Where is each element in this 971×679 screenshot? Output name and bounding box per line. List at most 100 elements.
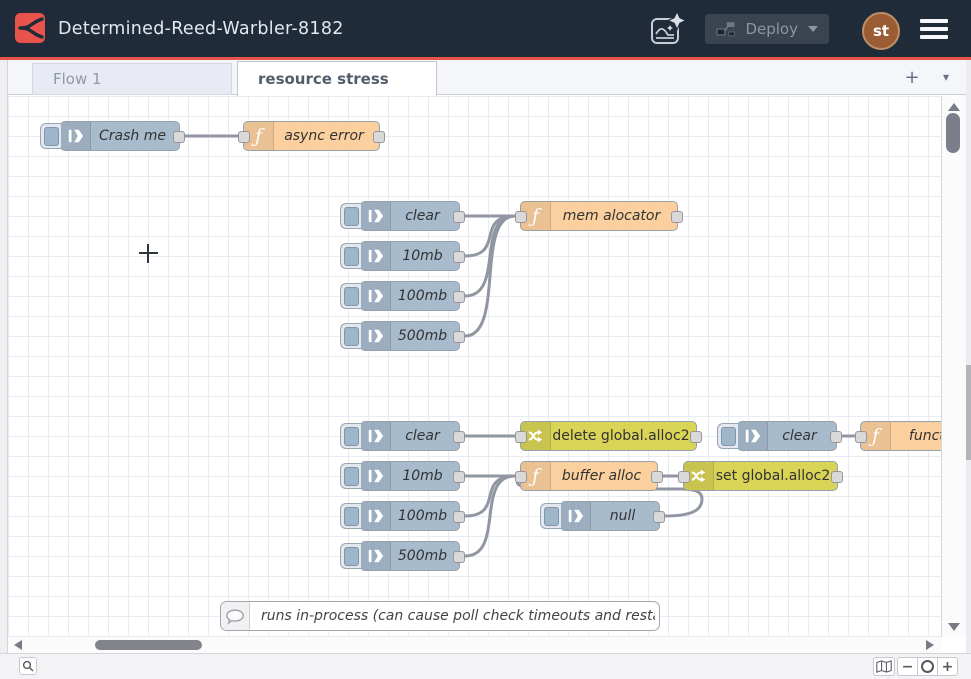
inject-trigger-button[interactable] bbox=[340, 243, 361, 269]
node-mem-alocator[interactable]: ƒmem alocator bbox=[520, 201, 678, 231]
add-flow-button[interactable]: + bbox=[899, 64, 925, 90]
node-label: clear bbox=[767, 422, 832, 450]
zoom-reset-icon bbox=[921, 660, 934, 673]
inject-icon bbox=[367, 327, 385, 345]
header-bar: Determined-Reed-Warbler-8182 Deploy st bbox=[0, 0, 971, 57]
inject-trigger-button[interactable] bbox=[340, 463, 361, 489]
zoom-in-button[interactable]: + bbox=[937, 657, 958, 676]
node-10mb-2[interactable]: 10mb bbox=[360, 461, 460, 491]
output-port[interactable] bbox=[453, 251, 465, 263]
scroll-down-arrow[interactable] bbox=[948, 623, 960, 631]
tab-flow-1[interactable]: Flow 1 bbox=[32, 63, 232, 95]
user-avatar[interactable]: st bbox=[862, 12, 900, 50]
scroll-right-arrow[interactable] bbox=[926, 640, 934, 650]
inject-trigger-button[interactable] bbox=[717, 423, 738, 449]
inject-trigger-button[interactable] bbox=[340, 543, 361, 569]
node-label: 10mb bbox=[390, 242, 455, 270]
node-label: clear bbox=[390, 422, 455, 450]
ai-assistant-icon[interactable] bbox=[648, 12, 686, 48]
output-port[interactable] bbox=[453, 431, 465, 443]
app-logo-icon bbox=[15, 13, 45, 43]
inject-trigger-inner bbox=[344, 547, 359, 566]
inject-trigger-inner bbox=[344, 327, 359, 346]
node-500mb-2[interactable]: 500mb bbox=[360, 541, 460, 571]
input-port[interactable] bbox=[678, 471, 690, 483]
output-port[interactable] bbox=[453, 551, 465, 563]
node-async-error[interactable]: ƒasync error bbox=[243, 121, 380, 151]
search-icon bbox=[22, 660, 34, 672]
node-delete-global-alloc2[interactable]: delete global.alloc2 bbox=[520, 421, 697, 451]
vertical-scrollbar[interactable] bbox=[941, 96, 966, 637]
output-port[interactable] bbox=[453, 331, 465, 343]
node-clear-3[interactable]: clear bbox=[737, 421, 837, 451]
inject-trigger-button[interactable] bbox=[340, 503, 361, 529]
node-comment-1[interactable]: runs in-process (can cause poll check ti… bbox=[220, 601, 660, 631]
horizontal-scrollbar-thumb[interactable] bbox=[95, 640, 202, 650]
inject-icon bbox=[367, 427, 385, 445]
output-port[interactable] bbox=[453, 511, 465, 523]
input-port[interactable] bbox=[515, 211, 527, 223]
node-clear-1[interactable]: clear bbox=[360, 201, 460, 231]
collapsed-palette-strip bbox=[0, 60, 8, 653]
input-port[interactable] bbox=[238, 131, 250, 143]
output-port[interactable] bbox=[830, 431, 842, 443]
tab-list-menu-button[interactable]: ▾ bbox=[933, 64, 959, 90]
deploy-options-caret[interactable] bbox=[808, 26, 818, 32]
node-function-edge[interactable]: ƒfunction bbox=[860, 421, 941, 451]
node-100mb-1[interactable]: 100mb bbox=[360, 281, 460, 311]
inject-trigger-button[interactable] bbox=[40, 123, 61, 149]
node-label: clear bbox=[390, 202, 455, 230]
inject-trigger-inner bbox=[344, 467, 359, 486]
node-buffer-alloc[interactable]: ƒbuffer alloc bbox=[520, 461, 658, 491]
scroll-left-arrow[interactable] bbox=[14, 640, 22, 650]
node-crash-me[interactable]: Crash me bbox=[60, 121, 180, 151]
node-10mb-1[interactable]: 10mb bbox=[360, 241, 460, 271]
output-port[interactable] bbox=[651, 471, 663, 483]
inject-icon bbox=[361, 542, 391, 570]
cursor-crosshair bbox=[147, 244, 149, 263]
output-port[interactable] bbox=[831, 471, 843, 483]
outer-scrollbar-thumb[interactable] bbox=[966, 365, 971, 460]
output-port[interactable] bbox=[690, 431, 702, 443]
tab-resource-stress[interactable]: resource stress bbox=[237, 61, 437, 96]
node-clear-2[interactable]: clear bbox=[360, 421, 460, 451]
output-port[interactable] bbox=[453, 211, 465, 223]
deploy-button[interactable]: Deploy bbox=[705, 14, 829, 44]
navigator-toggle-button[interactable] bbox=[873, 657, 895, 676]
inject-trigger-inner bbox=[344, 427, 359, 446]
inject-icon bbox=[561, 502, 591, 530]
inject-trigger-button[interactable] bbox=[340, 283, 361, 309]
input-port[interactable] bbox=[515, 431, 527, 443]
node-null-inject[interactable]: null bbox=[560, 501, 660, 531]
search-flows-button[interactable] bbox=[19, 657, 37, 675]
node-500mb-1[interactable]: 500mb bbox=[360, 321, 460, 351]
horizontal-scrollbar[interactable] bbox=[8, 637, 941, 653]
output-port[interactable] bbox=[373, 131, 385, 143]
input-port[interactable] bbox=[855, 431, 867, 443]
inject-trigger-button[interactable] bbox=[340, 323, 361, 349]
output-port[interactable] bbox=[653, 511, 665, 523]
output-port[interactable] bbox=[671, 211, 683, 223]
inject-trigger-inner bbox=[344, 207, 359, 226]
vertical-scrollbar-thumb[interactable] bbox=[946, 113, 960, 153]
output-port[interactable] bbox=[173, 131, 185, 143]
avatar-initials: st bbox=[873, 22, 889, 40]
node-label: null bbox=[590, 502, 655, 530]
zoom-reset-button[interactable] bbox=[917, 657, 938, 676]
inject-trigger-button[interactable] bbox=[340, 203, 361, 229]
scroll-up-arrow[interactable] bbox=[948, 103, 960, 111]
input-port[interactable] bbox=[515, 471, 527, 483]
inject-trigger-button[interactable] bbox=[540, 503, 561, 529]
inject-trigger-button[interactable] bbox=[340, 423, 361, 449]
output-port[interactable] bbox=[453, 471, 465, 483]
inject-icon bbox=[367, 467, 385, 485]
node-set-global-alloc2[interactable]: set global.alloc2 bbox=[683, 461, 838, 491]
output-port[interactable] bbox=[453, 291, 465, 303]
tab-label: resource stress bbox=[258, 70, 389, 88]
inject-icon bbox=[367, 547, 385, 565]
deploy-icon bbox=[716, 21, 735, 38]
node-100mb-2[interactable]: 100mb bbox=[360, 501, 460, 531]
main-menu-icon[interactable] bbox=[920, 19, 948, 39]
flow-canvas[interactable]: Crash me ƒasync error clear 10mb 100mb 500mb ƒ… bbox=[8, 96, 941, 637]
zoom-out-button[interactable]: − bbox=[897, 657, 918, 676]
